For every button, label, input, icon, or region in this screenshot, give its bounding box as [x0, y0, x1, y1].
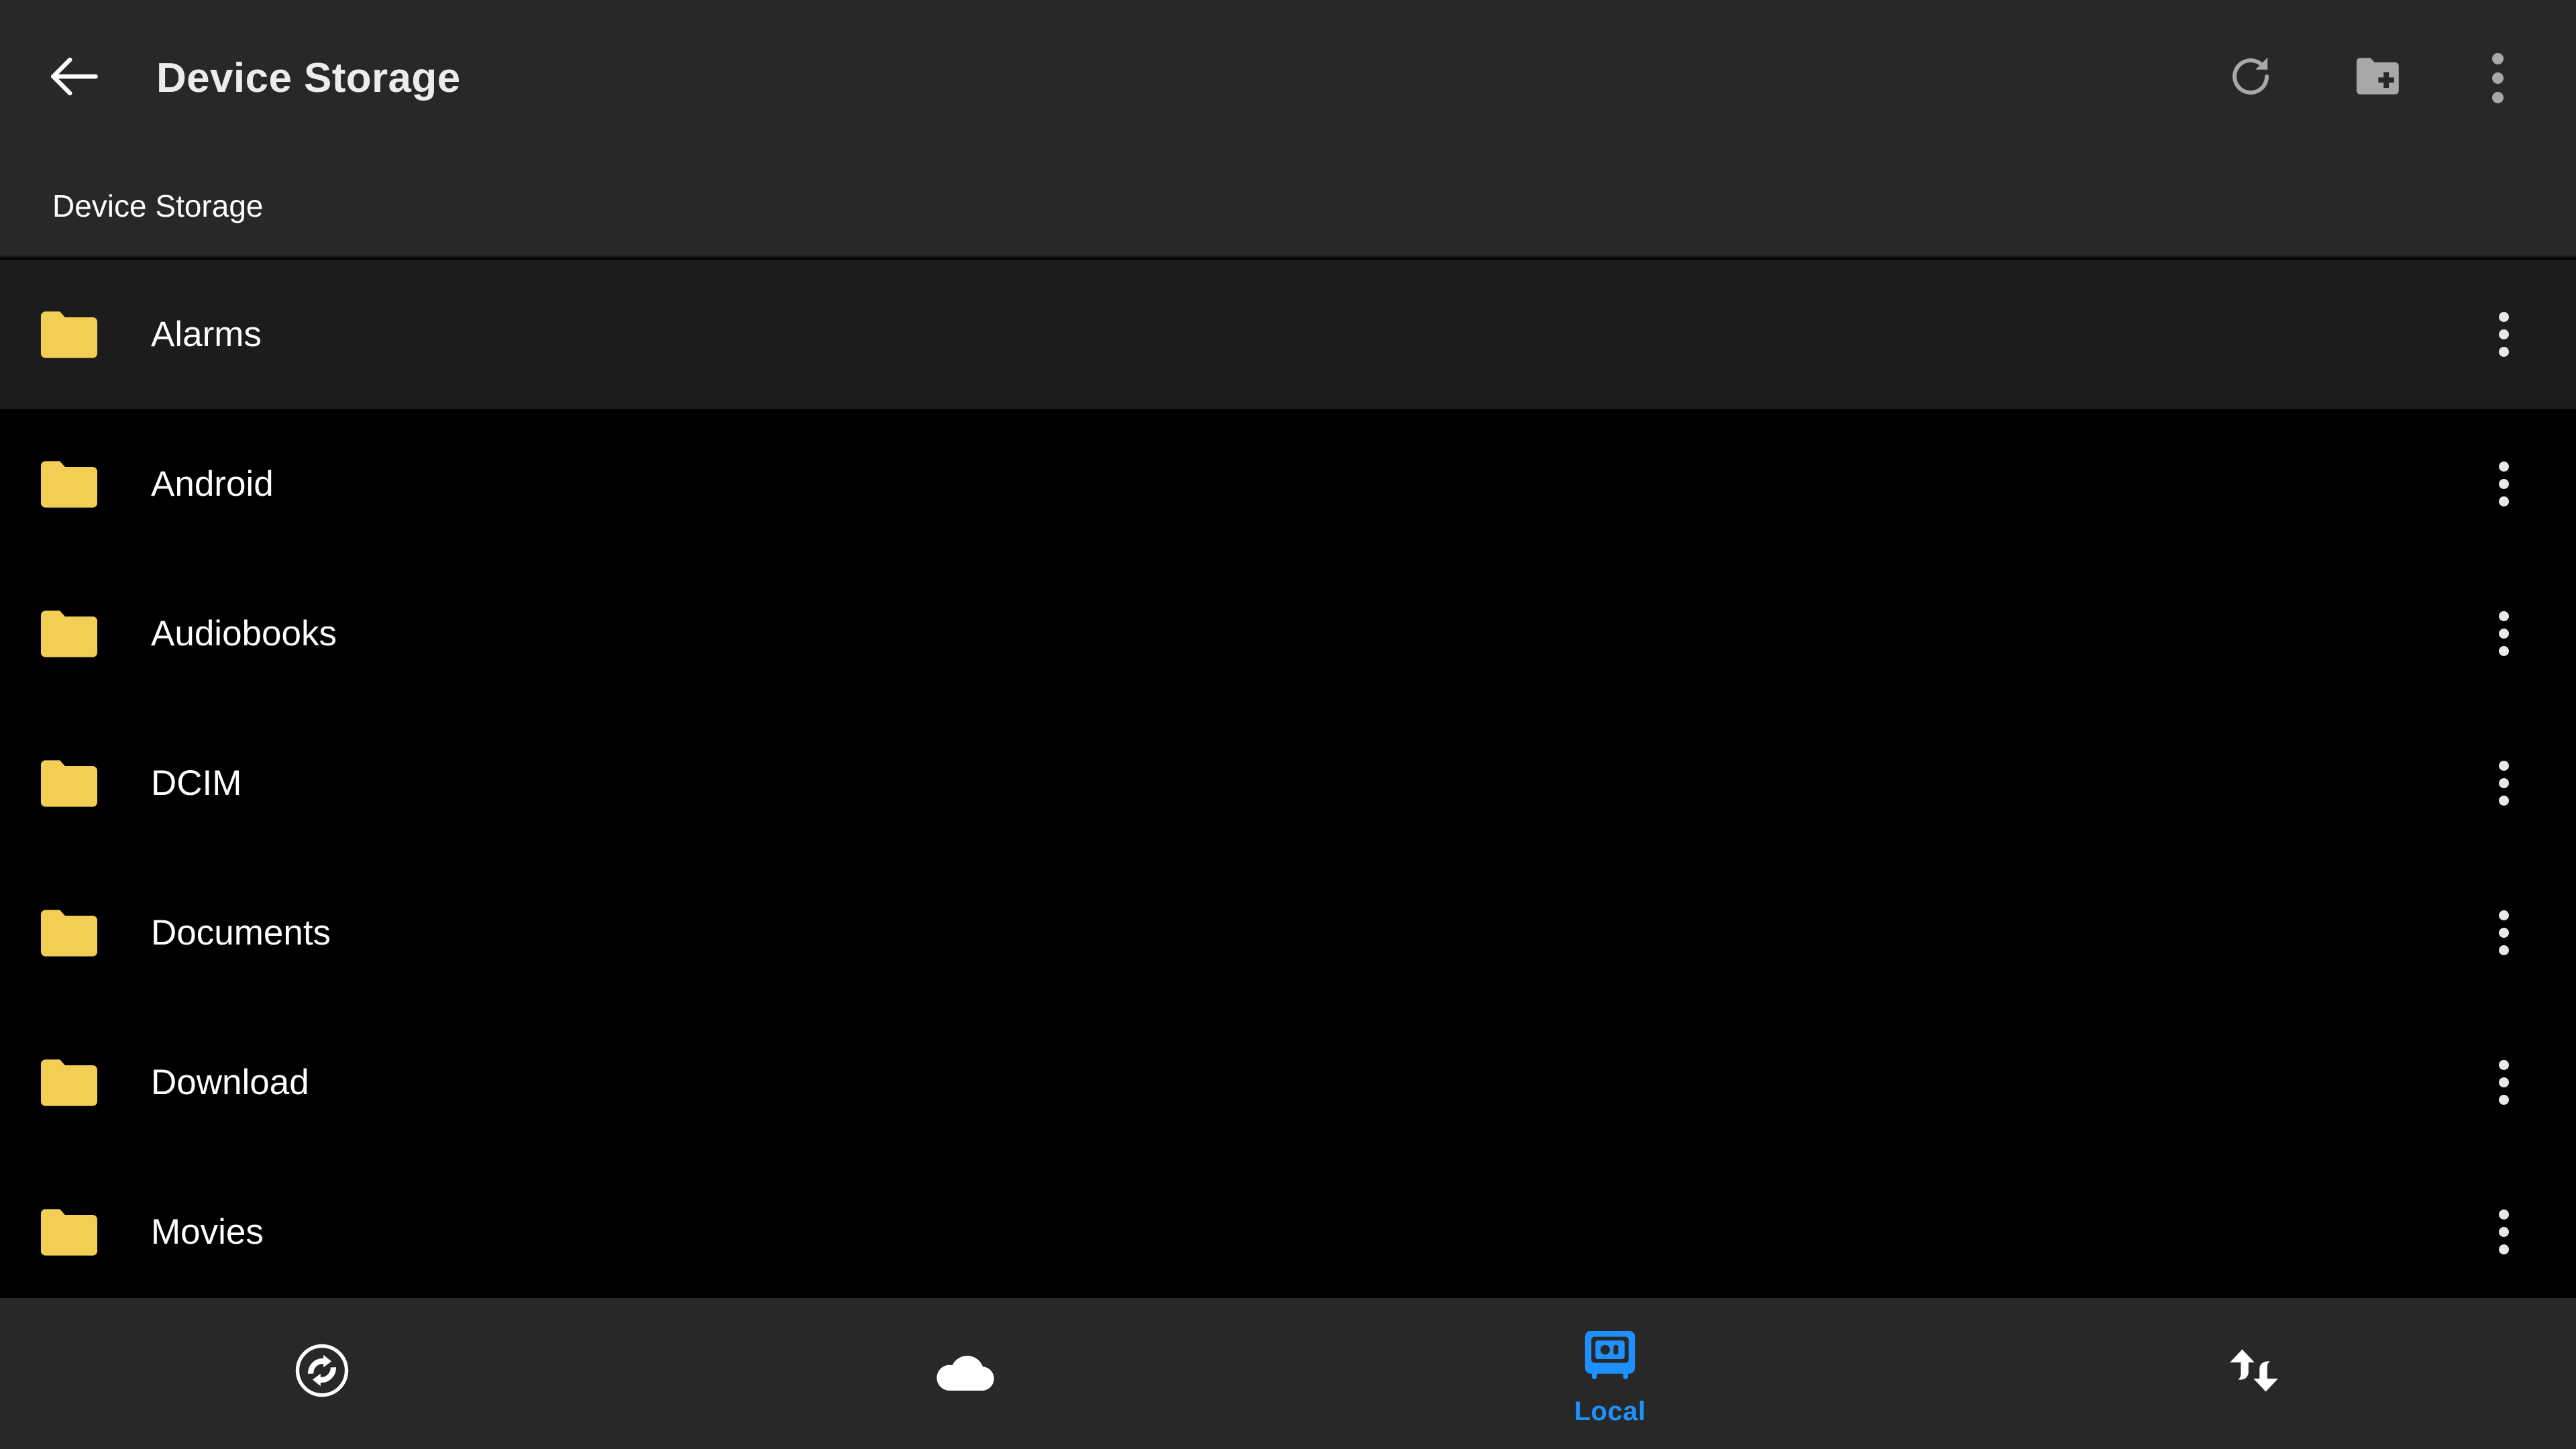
list-item-menu-button[interactable] — [2457, 1036, 2551, 1130]
nav-item-label: Local — [1574, 1397, 1646, 1426]
list-item[interactable]: Android — [0, 409, 2576, 559]
nav-item-local[interactable]: Local — [1288, 1298, 1932, 1449]
transfer-icon — [2225, 1336, 2283, 1405]
folder-icon — [32, 298, 106, 372]
folder-icon — [32, 747, 106, 820]
more-vertical-icon — [2498, 1206, 2509, 1258]
folder-plus-icon — [2351, 49, 2406, 107]
list-item-label: DCIM — [151, 763, 242, 803]
list-item[interactable]: Audiobooks — [0, 559, 2576, 708]
list-item[interactable]: Download — [0, 1008, 2576, 1157]
list-item[interactable]: Documents — [0, 858, 2576, 1008]
breadcrumb[interactable]: Device Storage — [52, 188, 264, 224]
list-item-label: Alarms — [151, 315, 262, 354]
folder-icon — [32, 1046, 106, 1120]
nav-item-cloud[interactable] — [644, 1298, 1288, 1449]
list-item-label: Movies — [151, 1212, 264, 1252]
safe-icon — [1580, 1320, 1640, 1390]
more-vertical-icon — [2498, 608, 2509, 660]
breadcrumb-bar: Device Storage — [0, 156, 2576, 258]
list-item-menu-button[interactable] — [2457, 886, 2551, 980]
folder-icon — [32, 896, 106, 970]
folder-icon — [32, 597, 106, 671]
nav-item-transfer[interactable] — [1932, 1298, 2576, 1449]
more-vertical-icon — [2498, 1057, 2509, 1109]
bottom-navigation: Local — [0, 1298, 2576, 1449]
new-folder-button[interactable] — [2328, 28, 2428, 128]
refresh-icon — [2226, 52, 2275, 104]
refresh-button[interactable] — [2200, 28, 2301, 128]
list-item-label: Audiobooks — [151, 614, 337, 653]
list-item-menu-button[interactable] — [2457, 587, 2551, 681]
more-vertical-icon — [2498, 907, 2509, 959]
page-title: Device Storage — [156, 54, 461, 101]
overflow-menu-button[interactable] — [2447, 28, 2548, 128]
more-vertical-icon — [2498, 458, 2509, 511]
more-vertical-icon — [2491, 49, 2504, 107]
folder-icon — [32, 447, 106, 521]
more-vertical-icon — [2498, 309, 2509, 361]
list-item[interactable]: Movies — [0, 1157, 2576, 1298]
list-item-menu-button[interactable] — [2457, 288, 2551, 382]
list-item-menu-button[interactable] — [2457, 737, 2551, 830]
arrow-left-icon — [43, 46, 105, 111]
list-item[interactable]: Alarms — [0, 260, 2576, 409]
device-storage-screen: Device Storage Device Storage Alarms And… — [0, 0, 2576, 1449]
cloud-icon — [932, 1336, 1000, 1405]
folder-icon — [32, 1195, 106, 1269]
list-item-menu-button[interactable] — [2457, 1185, 2551, 1279]
list-item-label: Android — [151, 464, 274, 504]
list-item-menu-button[interactable] — [2457, 437, 2551, 531]
list-item-label: Documents — [151, 913, 331, 953]
nav-item-sync[interactable] — [0, 1298, 644, 1449]
app-bar: Device Storage — [0, 0, 2576, 156]
more-vertical-icon — [2498, 757, 2509, 810]
back-button[interactable] — [23, 28, 124, 128]
file-list[interactable]: Alarms Android Audiobooks DCIM Documents… — [0, 260, 2576, 1298]
sync-icon — [293, 1336, 351, 1405]
list-item-label: Download — [151, 1063, 309, 1102]
list-item[interactable]: DCIM — [0, 708, 2576, 858]
